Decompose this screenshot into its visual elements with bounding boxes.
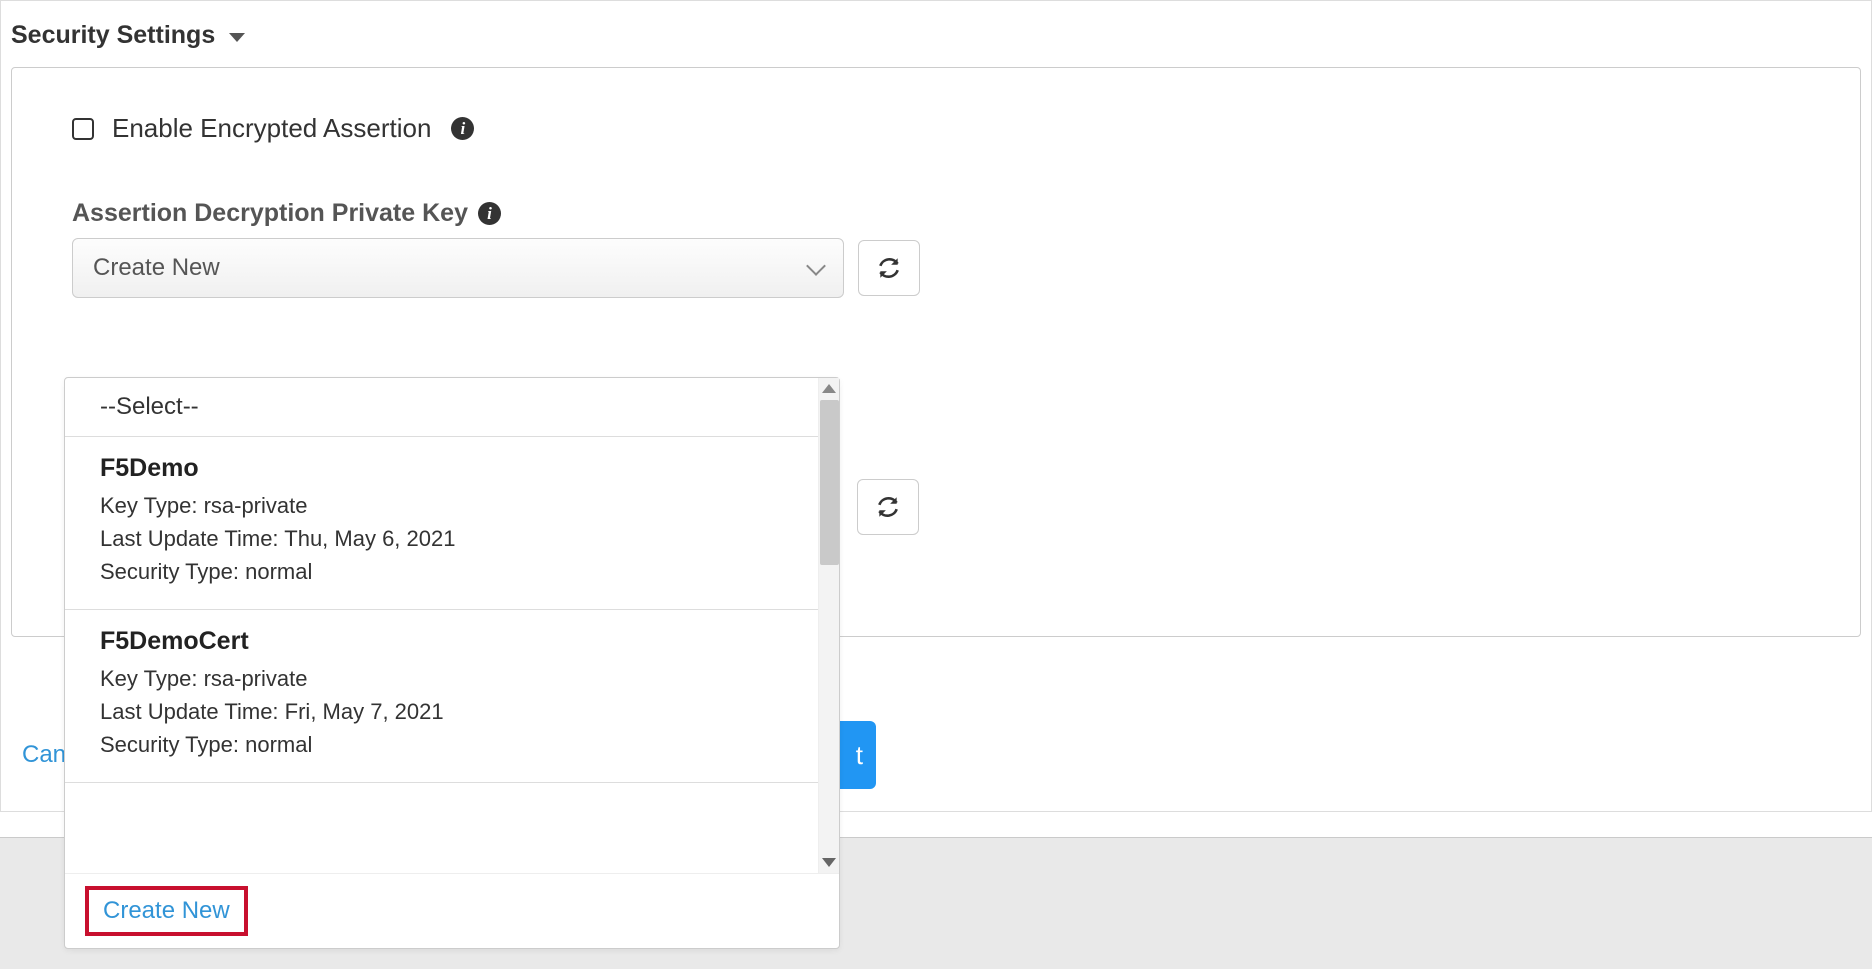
arrow-down-icon xyxy=(822,858,836,867)
option-field: Key Type: rsa-private xyxy=(100,493,804,519)
create-new-option[interactable]: Create New xyxy=(103,897,230,924)
arrow-up-icon xyxy=(822,384,836,393)
next-button-label: t xyxy=(856,740,863,771)
refresh-button[interactable] xyxy=(858,240,920,296)
enable-encrypted-assertion-row: Enable Encrypted Assertion i xyxy=(72,113,1800,144)
private-key-dropdown: --Select-- F5Demo Key Type: rsa-private … xyxy=(64,377,840,949)
cancel-button[interactable]: Can xyxy=(22,741,66,768)
option-field: Security Type: normal xyxy=(100,732,804,758)
refresh-button[interactable] xyxy=(857,479,919,535)
info-icon[interactable]: i xyxy=(478,202,501,225)
section-title: Security Settings xyxy=(11,21,215,50)
dropdown-placeholder-option[interactable]: --Select-- xyxy=(65,378,839,437)
option-field: Key Type: rsa-private xyxy=(100,666,804,692)
section-header[interactable]: Security Settings xyxy=(1,1,1871,68)
scroll-up-button[interactable] xyxy=(819,378,839,399)
scroll-down-button[interactable] xyxy=(819,852,839,873)
dropdown-option-partial[interactable] xyxy=(65,783,839,821)
caret-down-icon xyxy=(229,33,245,42)
dropdown-option-f5democert[interactable]: F5DemoCert Key Type: rsa-private Last Up… xyxy=(65,610,839,783)
security-settings-container: Security Settings Enable Encrypted Asser… xyxy=(0,0,1872,812)
scrollbar[interactable] xyxy=(818,378,839,873)
create-new-highlight: Create New xyxy=(85,886,248,936)
enable-encrypted-assertion-checkbox[interactable] xyxy=(72,118,94,140)
scrollbar-thumb[interactable] xyxy=(820,400,839,565)
chevron-down-icon xyxy=(806,256,826,276)
option-title: F5DemoCert xyxy=(100,627,804,656)
dropdown-footer: Create New xyxy=(65,873,839,948)
info-icon[interactable]: i xyxy=(451,117,474,140)
select-value: Create New xyxy=(93,254,220,282)
option-field: Last Update Time: Thu, May 6, 2021 xyxy=(100,526,804,552)
private-key-select-row: Create New xyxy=(72,238,1800,298)
assertion-decryption-private-key-label: Assertion Decryption Private Key i xyxy=(72,199,1800,228)
refresh-icon xyxy=(875,494,901,520)
field-label-text: Assertion Decryption Private Key xyxy=(72,199,468,228)
option-field: Last Update Time: Fri, May 7, 2021 xyxy=(100,699,804,725)
enable-encrypted-assertion-label: Enable Encrypted Assertion xyxy=(112,113,431,144)
refresh-icon xyxy=(876,255,902,281)
option-field: Security Type: normal xyxy=(100,559,804,585)
dropdown-option-f5demo[interactable]: F5Demo Key Type: rsa-private Last Update… xyxy=(65,437,839,610)
private-key-select[interactable]: Create New xyxy=(72,238,844,298)
option-title: F5Demo xyxy=(100,454,804,483)
